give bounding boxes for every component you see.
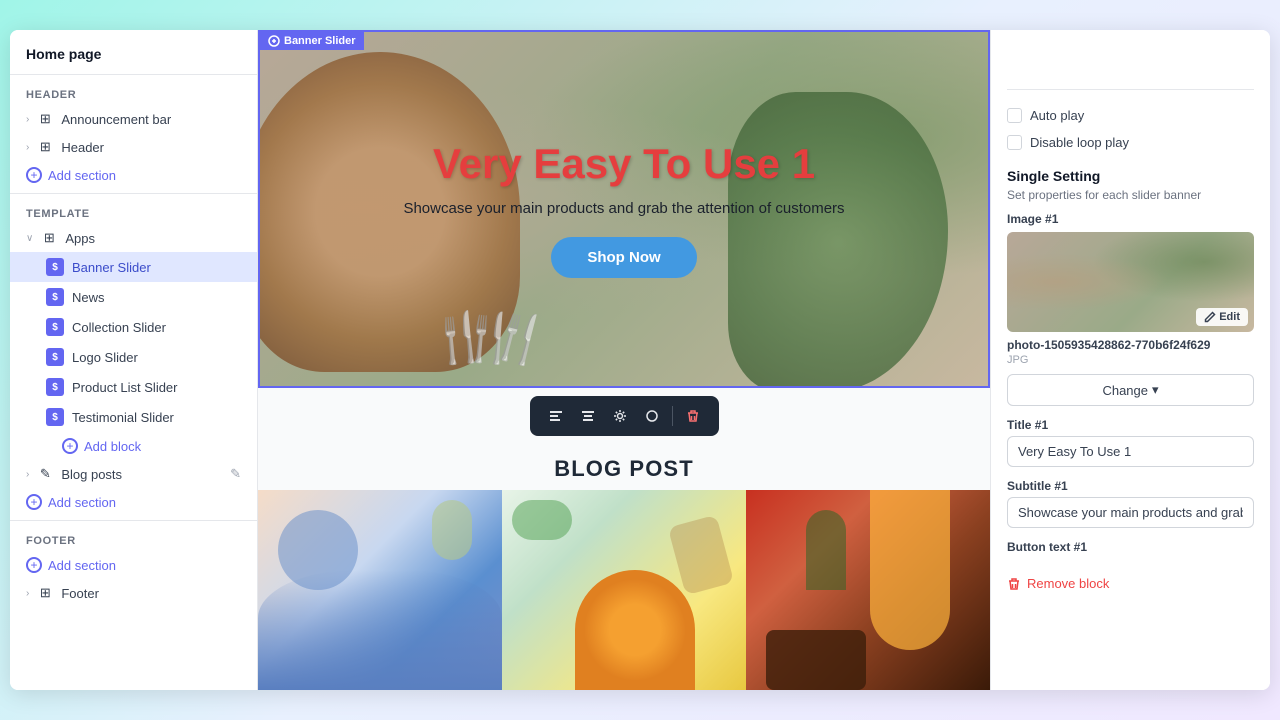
header-section-label: Header (10, 79, 257, 105)
subtitle-input[interactable] (1007, 497, 1254, 528)
blog-section: BLOG POST (258, 444, 990, 690)
sidebar-item-announcement-bar[interactable]: › ⊞ Announcement bar (10, 105, 257, 133)
disable-loop-play-row: Disable loop play (1007, 129, 1254, 156)
blog-card-image-2 (502, 490, 746, 690)
sidebar: Home page Header › ⊞ Announcement bar › … (10, 30, 258, 690)
banner-title: Very Easy To Use 1 (433, 140, 815, 188)
trash-icon (1007, 577, 1021, 591)
align-left-button[interactable] (542, 402, 570, 430)
image-ext: JPG (1007, 354, 1254, 366)
plus-icon: + (26, 557, 42, 573)
add-section-button-1[interactable]: + Add section (10, 161, 257, 189)
disable-loop-play-checkbox[interactable] (1007, 135, 1022, 150)
sidebar-item-blog-posts[interactable]: › ✎ Blog posts ✎ (10, 460, 257, 488)
grid-icon: ⊞ (37, 111, 53, 127)
circle-button[interactable] (638, 402, 666, 430)
toolbar (530, 396, 719, 436)
banner-label: Banner Slider (260, 32, 364, 50)
edit-icon[interactable]: ✎ (230, 466, 241, 482)
chevron-right-icon: › (26, 469, 29, 480)
chevron-down-icon: ▾ (1152, 382, 1159, 398)
canvas-toolbar (258, 388, 990, 444)
app-icon: $ (46, 378, 64, 396)
sidebar-item-apps[interactable]: ∨ ⊞ Apps (10, 224, 257, 252)
app-icon: $ (46, 348, 64, 366)
image-filename: photo-1505935428862-770b6f24f629 (1007, 338, 1254, 352)
auto-play-row: Auto play (1007, 102, 1254, 129)
app-icon: $ (46, 258, 64, 276)
remove-block-button[interactable]: Remove block (1007, 570, 1254, 597)
right-panel-top (1007, 30, 1254, 90)
toolbar-divider (672, 406, 673, 426)
plus-icon: + (62, 438, 78, 454)
add-section-button-2[interactable]: + Add section (10, 488, 257, 516)
chevron-right-icon: › (26, 142, 29, 153)
footer-icon: ⊞ (37, 585, 53, 601)
apps-icon: ⊞ (41, 230, 57, 246)
auto-play-checkbox[interactable] (1007, 108, 1022, 123)
blog-title: BLOG POST (258, 444, 990, 490)
chevron-right-icon: › (26, 114, 29, 125)
sidebar-item-testimonial-slider[interactable]: $ Testimonial Slider (10, 402, 257, 432)
sidebar-item-product-list-slider[interactable]: $ Product List Slider (10, 372, 257, 402)
title-field-label: Title #1 (1007, 418, 1254, 432)
blog-card-1[interactable] (258, 490, 502, 690)
single-setting-heading: Single Setting (1007, 168, 1254, 184)
edit-overlay-button[interactable]: Edit (1196, 308, 1248, 326)
sidebar-item-banner-slider[interactable]: $ Banner Slider (10, 252, 257, 282)
blog-card-3[interactable] (746, 490, 990, 690)
app-icon: $ (46, 288, 64, 306)
image-preview: Edit (1007, 232, 1254, 332)
app-icon: $ (46, 318, 64, 336)
canvas: Banner Slider 🍴 🍴 🍴 Very Easy To Use 1 S… (258, 30, 990, 690)
blog-card-image-3 (746, 490, 990, 690)
plus-icon: + (26, 494, 42, 510)
sidebar-item-logo-slider[interactable]: $ Logo Slider (10, 342, 257, 372)
settings-button[interactable] (606, 402, 634, 430)
banner-section: Banner Slider 🍴 🍴 🍴 Very Easy To Use 1 S… (258, 30, 990, 388)
button-text-field-label: Button text #1 (1007, 540, 1254, 554)
sidebar-item-header[interactable]: › ⊞ Header (10, 133, 257, 161)
blog-icon: ✎ (37, 466, 53, 482)
change-button[interactable]: Change ▾ (1007, 374, 1254, 406)
image-label: Image #1 (1007, 212, 1254, 226)
blog-card-2[interactable] (502, 490, 746, 690)
delete-button[interactable] (679, 402, 707, 430)
title-input[interactable] (1007, 436, 1254, 467)
banner-subtitle: Showcase your main products and grab the… (403, 200, 844, 217)
pencil-icon (1204, 311, 1216, 323)
blog-posts-grid (258, 490, 990, 690)
app-icon: $ (46, 408, 64, 426)
grid-icon: ⊞ (37, 139, 53, 155)
single-setting-desc: Set properties for each slider banner (1007, 188, 1254, 202)
add-section-button-3[interactable]: + Add section (10, 551, 257, 579)
sidebar-item-collection-slider[interactable]: $ Collection Slider (10, 312, 257, 342)
subtitle-field-label: Subtitle #1 (1007, 479, 1254, 493)
sidebar-item-news[interactable]: $ News (10, 282, 257, 312)
sidebar-item-footer[interactable]: › ⊞ Footer (10, 579, 257, 607)
banner-icon (268, 35, 280, 47)
chevron-right-icon: › (26, 588, 29, 599)
blog-card-image-1 (258, 490, 502, 690)
align-center-button[interactable] (574, 402, 602, 430)
add-block-button[interactable]: + Add block (10, 432, 257, 460)
banner-content: Very Easy To Use 1 Showcase your main pr… (260, 32, 988, 386)
chevron-down-icon: ∨ (26, 233, 33, 244)
shop-now-button[interactable]: Shop Now (551, 237, 696, 278)
page-title: Home page (10, 30, 257, 70)
template-section-label: Template (10, 198, 257, 224)
right-panel: Auto play Disable loop play Single Setti… (990, 30, 1270, 690)
plus-icon: + (26, 167, 42, 183)
footer-section-label: Footer (10, 525, 257, 551)
